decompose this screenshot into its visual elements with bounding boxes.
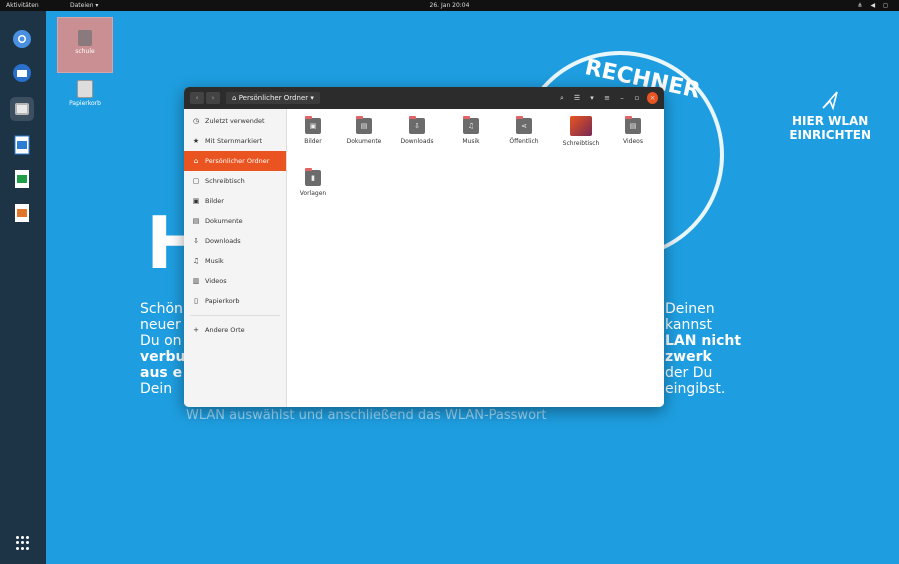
image-icon: ▣	[192, 197, 200, 205]
view-toggle-button[interactable]: ☰	[572, 92, 582, 104]
calc-icon[interactable]	[10, 167, 34, 191]
wallpaper-text-right: Deinen kannst LAN nicht zwerk der Du ein…	[665, 301, 742, 397]
star-icon: ★	[192, 137, 200, 145]
folder-downloads[interactable]: ⇩ Downloads	[395, 109, 439, 145]
desktop-icon: ▢	[192, 177, 200, 185]
music-icon: ♫	[192, 257, 200, 265]
video-icon: ▥	[192, 277, 200, 285]
sidebar-item-pictures[interactable]: ▣ Bilder	[184, 191, 286, 211]
header-bar: ‹ › ⌂ Persönlicher Ordner ▾ ⌕ ☰ ▾ ≡ – ▫ …	[184, 87, 664, 109]
path-bar[interactable]: ⌂ Persönlicher Ordner ▾	[226, 92, 320, 104]
folder-bilder[interactable]: ▣ Bilder	[291, 109, 335, 145]
sidebar-item-documents[interactable]: ▤ Dokumente	[184, 211, 286, 231]
trash-icon: ▯	[194, 297, 198, 305]
wlan-hint: HIER WLAN EINRICHTEN	[789, 89, 871, 142]
menu-button[interactable]: ≡	[602, 92, 612, 104]
sidebar-item-starred[interactable]: ★ Mit Sternmarkiert	[184, 131, 286, 151]
forward-button[interactable]: ›	[206, 92, 220, 104]
top-bar: Aktivitäten Dateien ▾ 26. Jan 20:04 ⋔ ◀ …	[0, 0, 899, 11]
desktop-folder-icon	[570, 116, 592, 136]
desktop-icon-label: schule	[75, 48, 95, 55]
system-tray[interactable]: ⋔ ◀ ◻	[858, 0, 891, 11]
sidebar: ◷ Zuletzt verwendet ★ Mit Sternmarkiert ⌂ P…	[184, 109, 287, 407]
minimize-button[interactable]: –	[617, 92, 627, 104]
sidebar-separator	[190, 315, 280, 316]
clock-icon: ◷	[192, 117, 200, 125]
plus-icon: +	[193, 326, 199, 334]
folder-icon	[78, 30, 92, 46]
document-icon: ▤	[192, 217, 200, 225]
wallpaper-text-left: Schön neuer Du on verbu aus e Dein	[140, 301, 186, 397]
document-folder-icon: ▤	[356, 116, 372, 134]
desktop-trash[interactable]: Papierkorb	[60, 76, 110, 107]
folder-musik[interactable]: ♫ Musik	[449, 109, 493, 145]
video-folder-icon: ▤	[625, 116, 641, 134]
files-icon[interactable]	[10, 97, 34, 121]
chromium-icon[interactable]	[10, 27, 34, 51]
sidebar-item-trash[interactable]: ▯ Papierkorb	[184, 291, 286, 311]
image-folder-icon: ▣	[305, 116, 321, 134]
dock	[0, 11, 46, 564]
sidebar-item-recent[interactable]: ◷ Zuletzt verwendet	[184, 111, 286, 131]
file-manager-window: ‹ › ⌂ Persönlicher Ordner ▾ ⌕ ☰ ▾ ≡ – ▫ …	[184, 87, 664, 407]
thunderbird-icon[interactable]	[10, 61, 34, 85]
sidebar-item-videos[interactable]: ▥ Videos	[184, 271, 286, 291]
show-applications-icon[interactable]	[16, 536, 30, 550]
search-button[interactable]: ⌕	[557, 92, 567, 104]
cursor-icon	[822, 91, 838, 111]
impress-icon[interactable]	[10, 201, 34, 225]
folder-dokumente[interactable]: ▤ Dokumente	[342, 109, 386, 145]
download-icon: ⇩	[193, 237, 199, 245]
wallpaper-bottom-line: WLAN auswählst und anschließend das WLAN…	[186, 408, 547, 423]
sidebar-item-other-locations[interactable]: + Andere Orte	[184, 320, 286, 340]
chevron-down-icon: ▾	[310, 94, 314, 102]
path-label: Persönlicher Ordner	[238, 94, 309, 102]
home-icon: ⌂	[232, 94, 237, 102]
desktop-icon-label: Papierkorb	[69, 100, 101, 107]
writer-icon[interactable]	[10, 133, 34, 157]
close-button[interactable]: ×	[647, 92, 658, 104]
trash-icon	[77, 80, 93, 98]
wlan-line-1: HIER WLAN	[791, 114, 869, 128]
home-icon: ⌂	[193, 157, 199, 165]
sidebar-item-home[interactable]: ⌂ Persönlicher Ordner	[184, 151, 286, 171]
maximize-button[interactable]: ▫	[632, 92, 642, 104]
sidebar-item-desktop[interactable]: ▢ Schreibtisch	[184, 171, 286, 191]
folder-schreibtisch[interactable]: Schreibtisch	[559, 109, 603, 147]
folder-oeffentlich[interactable]: ⋖ Öffentlich	[502, 109, 546, 145]
back-button[interactable]: ‹	[190, 92, 204, 104]
template-folder-icon: ▮	[305, 168, 321, 186]
share-folder-icon: ⋖	[516, 116, 532, 134]
desktop-folder-schule[interactable]: schule	[57, 17, 113, 73]
sidebar-item-downloads[interactable]: ⇩ Downloads	[184, 231, 286, 251]
clock[interactable]: 26. Jan 20:04	[0, 0, 899, 11]
folder-videos[interactable]: ▤ Videos	[611, 109, 655, 145]
folder-vorlagen[interactable]: ▮ Vorlagen	[291, 161, 335, 197]
sidebar-item-music[interactable]: ♫ Musik	[184, 251, 286, 271]
view-options-button[interactable]: ▾	[587, 92, 597, 104]
music-folder-icon: ♫	[463, 116, 479, 134]
download-folder-icon: ⇩	[409, 116, 425, 134]
file-view: ▣ Bilder ▤ Dokumente ⇩ Downloads ♫ Musik ⋖ Öf…	[287, 109, 664, 407]
wlan-line-2: EINRICHTEN	[789, 128, 871, 142]
